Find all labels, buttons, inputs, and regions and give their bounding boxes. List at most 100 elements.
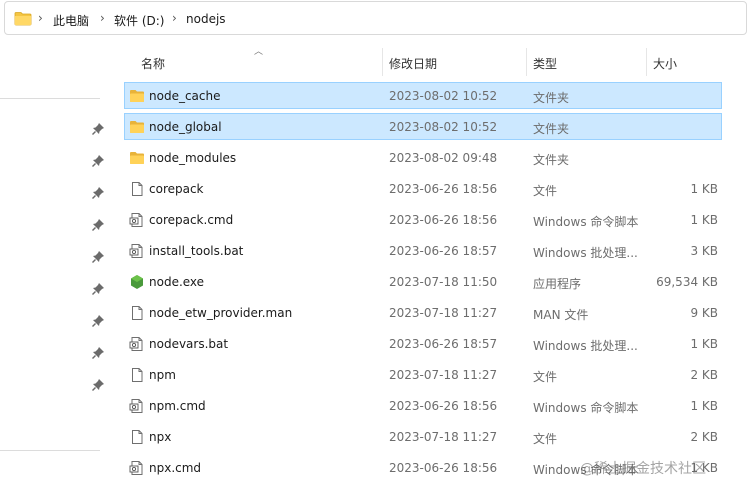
file-name: node_cache	[149, 89, 221, 103]
pin-icon[interactable]	[91, 122, 105, 136]
file-name: corepack	[149, 182, 204, 196]
file-size: 69,534 KB	[656, 275, 718, 289]
chevron-right-icon[interactable]: ›	[100, 11, 105, 25]
pin-icon[interactable]	[91, 314, 105, 328]
divider	[0, 450, 100, 451]
file-icon	[132, 430, 143, 444]
file-icon	[132, 182, 143, 196]
file-modified-date: 2023-07-18 11:27	[389, 306, 498, 320]
file-type: Windows 命令脚本	[533, 215, 639, 229]
file-size: 3 KB	[690, 244, 718, 258]
folder-icon	[130, 152, 144, 164]
column-header-size[interactable]: 大小	[653, 55, 677, 85]
file-row[interactable]: install_tools.bat 2023-06-26 18:57 Windows…	[124, 237, 722, 264]
column-separator[interactable]	[382, 48, 383, 76]
watermark: @稀土掘金技术社区	[580, 461, 706, 477]
file-row[interactable]: node_cache 2023-08-02 10:52 文件夹	[124, 82, 722, 109]
script-file-icon	[129, 244, 143, 258]
file-row[interactable]: node_global 2023-08-02 10:52 文件夹	[124, 113, 722, 140]
file-icon	[132, 306, 143, 320]
pin-icon[interactable]	[91, 282, 105, 296]
file-modified-date: 2023-08-02 09:48	[389, 151, 498, 165]
address-bar[interactable]: › 此电脑 › 软件 (D:) › nodejs	[4, 1, 747, 35]
script-file-icon	[129, 461, 143, 475]
script-file-icon	[129, 337, 143, 351]
file-name: node_modules	[149, 151, 237, 165]
script-file-icon	[129, 399, 143, 413]
file-row[interactable]: nodevars.bat 2023-06-26 18:57 Windows 批处理.…	[124, 330, 722, 357]
column-header-type[interactable]: 类型	[533, 55, 557, 85]
folder-icon	[14, 12, 32, 26]
file-row[interactable]: npx 2023-07-18 11:27 文件 2 KB	[124, 423, 722, 450]
breadcrumb-drive-d[interactable]: 软件 (D:)	[114, 12, 164, 29]
file-name: install_tools.bat	[149, 244, 244, 258]
file-type: 文件夹	[533, 122, 570, 136]
file-type: 文件	[533, 184, 558, 198]
nodejs-icon	[131, 275, 143, 289]
file-type: 文件	[533, 432, 558, 446]
file-row[interactable]: node.exe 2023-07-18 11:50 应用程序 69,534 KB	[124, 268, 722, 295]
file-modified-date: 2023-06-26 18:56	[389, 461, 498, 475]
file-name: node_etw_provider.man	[149, 306, 293, 320]
file-modified-date: 2023-06-26 18:57	[389, 337, 498, 351]
file-modified-date: 2023-07-18 11:27	[389, 430, 498, 444]
file-row[interactable]: node_modules 2023-08-02 09:48 文件夹	[124, 144, 722, 171]
file-type: MAN 文件	[533, 308, 589, 322]
navigation-pane	[0, 36, 118, 495]
folder-icon	[130, 90, 144, 102]
file-modified-date: 2023-07-18 11:50	[389, 275, 498, 289]
file-name: corepack.cmd	[149, 213, 234, 227]
column-header-name[interactable]: 名称	[141, 55, 165, 85]
file-row[interactable]: corepack 2023-06-26 18:56 文件 1 KB	[124, 175, 722, 202]
file-type: 文件	[533, 370, 558, 384]
file-size: 1 KB	[690, 182, 718, 196]
file-icon	[132, 368, 143, 382]
file-size: 9 KB	[690, 306, 718, 320]
file-type: 应用程序	[533, 277, 582, 291]
pin-icon[interactable]	[91, 154, 105, 168]
chevron-right-icon[interactable]: ›	[172, 11, 177, 25]
file-name: node_global	[149, 120, 222, 134]
breadcrumb-nodejs[interactable]: nodejs	[186, 12, 226, 26]
file-row[interactable]: node_etw_provider.man 2023-07-18 11:27 MAN…	[124, 299, 722, 326]
pin-icon[interactable]	[91, 346, 105, 360]
file-modified-date: 2023-08-02 10:52	[389, 89, 498, 103]
pin-icon[interactable]	[91, 378, 105, 392]
file-name: npx	[149, 430, 172, 444]
file-modified-date: 2023-07-18 11:27	[389, 368, 498, 382]
file-size: 2 KB	[690, 368, 718, 382]
file-name: npm.cmd	[149, 399, 206, 413]
file-type: Windows 批处理...	[533, 339, 638, 353]
file-type: 文件夹	[533, 91, 570, 105]
file-type: 文件夹	[533, 153, 570, 167]
pin-icon[interactable]	[91, 186, 105, 200]
file-modified-date: 2023-06-26 18:57	[389, 244, 498, 258]
folder-icon	[130, 121, 144, 133]
file-type: Windows 命令脚本	[533, 401, 639, 415]
file-row[interactable]: corepack.cmd 2023-06-26 18:56 Windows 命令脚本…	[124, 206, 722, 233]
file-modified-date: 2023-08-02 10:52	[389, 120, 498, 134]
file-name: node.exe	[149, 275, 205, 289]
divider	[0, 98, 100, 99]
file-size: 1 KB	[690, 399, 718, 413]
file-modified-date: 2023-06-26 18:56	[389, 399, 498, 413]
file-modified-date: 2023-06-26 18:56	[389, 213, 498, 227]
file-name: nodevars.bat	[149, 337, 229, 351]
file-name: npx.cmd	[149, 461, 202, 475]
breadcrumb-this-pc[interactable]: 此电脑	[53, 12, 89, 29]
sort-ascending-icon: ︿	[254, 47, 264, 57]
column-header-date[interactable]: 修改日期	[389, 55, 437, 85]
file-size: 1 KB	[690, 213, 718, 227]
column-separator[interactable]	[646, 48, 647, 76]
pin-icon[interactable]	[91, 250, 105, 264]
pin-icon[interactable]	[91, 218, 105, 232]
column-separator[interactable]	[526, 48, 527, 76]
file-name: npm	[149, 368, 176, 382]
file-size: 1 KB	[690, 337, 718, 351]
file-size: 2 KB	[690, 430, 718, 444]
script-file-icon	[129, 213, 143, 227]
file-row[interactable]: npm 2023-07-18 11:27 文件 2 KB	[124, 361, 722, 388]
file-row[interactable]: npm.cmd 2023-06-26 18:56 Windows 命令脚本 1 KB	[124, 392, 722, 419]
file-type: Windows 批处理...	[533, 246, 638, 260]
chevron-right-icon[interactable]: ›	[38, 11, 43, 25]
